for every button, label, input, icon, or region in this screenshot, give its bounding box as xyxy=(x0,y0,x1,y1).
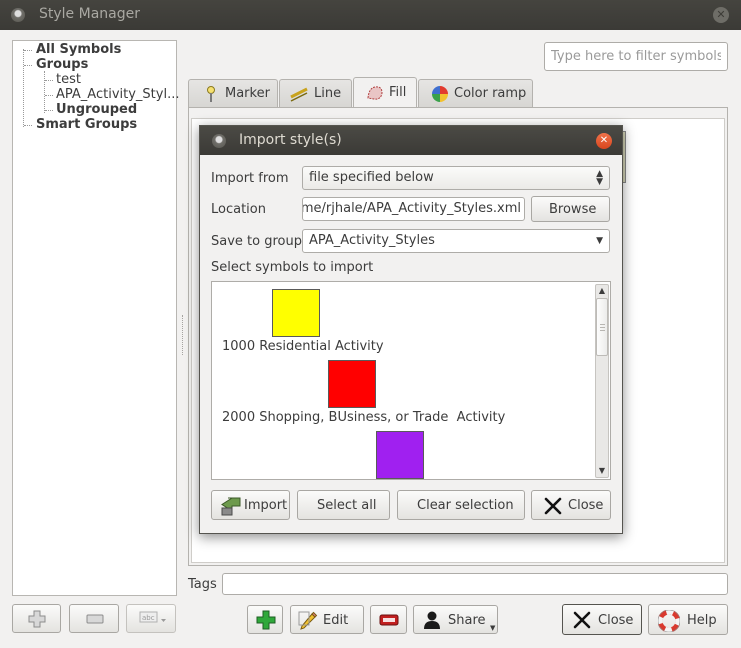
edit-label: Edit xyxy=(323,613,349,628)
import-from-select[interactable]: file specified below ▲ ▼ xyxy=(302,166,610,190)
close-label: Close xyxy=(598,613,634,628)
svg-text:abc: abc xyxy=(142,614,155,622)
tree-item-ungrouped[interactable]: Ungrouped xyxy=(56,102,137,117)
tags-label: Tags xyxy=(188,577,217,592)
tree-item-smart-groups[interactable]: Smart Groups xyxy=(36,117,137,132)
dialog-title: Import style(s) xyxy=(239,132,342,148)
symbol-label-residential[interactable]: 1000 Residential Activity xyxy=(222,339,384,354)
dialog-titlebar: Import style(s) ✕ xyxy=(200,126,622,155)
window-title: Style Manager xyxy=(39,6,140,22)
help-button[interactable]: Help xyxy=(648,604,728,635)
location-label: Location xyxy=(211,202,266,217)
pencil-icon xyxy=(298,611,318,630)
save-to-group-value: APA_Activity_Styles xyxy=(309,233,435,248)
tab-color-ramp[interactable]: Color ramp xyxy=(418,79,533,107)
save-to-group-label: Save to group xyxy=(211,234,302,249)
dialog-close-button[interactable]: Close xyxy=(531,490,611,520)
dialog-menu-icon[interactable] xyxy=(212,134,226,148)
select-all-label: Select all xyxy=(317,498,377,513)
app-menu-icon[interactable] xyxy=(11,8,25,22)
import-from-label: Import from xyxy=(211,171,289,186)
green-plus-icon xyxy=(256,610,276,630)
dropdown-arrow-icon: ▼ xyxy=(490,624,496,632)
import-arrow-icon xyxy=(221,497,241,516)
add-group-button[interactable] xyxy=(12,604,61,633)
edit-symbol-button[interactable]: Edit xyxy=(290,605,364,634)
add-symbol-button[interactable] xyxy=(247,605,283,634)
chevron-down-icon: ▼ xyxy=(596,236,603,246)
import-label: Import xyxy=(244,498,288,513)
tree-item-groups[interactable]: Groups xyxy=(36,57,88,72)
select-symbols-label: Select symbols to import xyxy=(211,260,374,275)
scroll-up-icon[interactable]: ▲ xyxy=(596,285,608,297)
location-value: home/rjhale/APA_Activity_Styles.xml xyxy=(302,201,521,216)
location-input[interactable]: home/rjhale/APA_Activity_Styles.xml xyxy=(302,197,525,221)
help-label: Help xyxy=(687,613,717,628)
dialog-close-icon[interactable]: ✕ xyxy=(596,133,612,149)
import-button[interactable]: Import xyxy=(211,490,290,520)
browse-button[interactable]: Browse xyxy=(531,196,610,222)
import-styles-dialog: Import style(s) ✕ Import from file speci… xyxy=(199,125,623,534)
line-icon xyxy=(290,87,308,102)
dialog-close-label: Close xyxy=(568,498,604,513)
filter-symbols-input[interactable] xyxy=(544,42,728,71)
close-button[interactable]: Close xyxy=(562,604,642,635)
lifebuoy-icon xyxy=(658,610,680,632)
tab-fill[interactable]: Fill xyxy=(353,77,417,108)
clear-selection-button[interactable]: Clear selection xyxy=(397,490,525,520)
save-to-group-select[interactable]: APA_Activity_Styles ▼ xyxy=(302,229,610,253)
tree-item-group-apa[interactable]: APA_Activity_Styl... xyxy=(56,87,179,102)
tab-fill-label: Fill xyxy=(389,85,407,100)
remove-symbol-button[interactable] xyxy=(370,605,407,634)
scroll-down-icon[interactable]: ▼ xyxy=(596,465,608,477)
edit-tags-button[interactable]: abc xyxy=(126,604,176,633)
scroll-thumb[interactable] xyxy=(596,298,608,356)
symbol-label-shopping[interactable]: 2000 Shopping, BUsiness, or Trade Activi… xyxy=(222,410,505,425)
color-ramp-icon xyxy=(432,86,448,102)
tab-line-label: Line xyxy=(314,86,342,101)
clear-selection-label: Clear selection xyxy=(417,498,514,513)
browse-label: Browse xyxy=(549,202,597,217)
splitter-handle[interactable] xyxy=(182,315,185,355)
user-share-icon xyxy=(424,611,440,629)
group-tree[interactable]: All Symbols Groups test APA_Activity_Sty… xyxy=(12,40,179,596)
symbols-import-list[interactable]: 1000 Residential Activity 2000 Shopping,… xyxy=(211,281,611,480)
import-from-value: file specified below xyxy=(309,170,434,185)
symbol-swatch-third[interactable] xyxy=(376,431,424,479)
window-close-icon[interactable]: ✕ xyxy=(713,7,729,23)
minus-icon xyxy=(86,614,104,624)
tree-item-all-symbols[interactable]: All Symbols xyxy=(36,42,121,57)
share-label: Share xyxy=(448,613,486,628)
tag-edit-icon: abc xyxy=(139,611,166,623)
tags-input[interactable] xyxy=(222,573,728,595)
share-menu-button[interactable]: Share ▼ xyxy=(413,605,498,634)
tab-line[interactable]: Line xyxy=(279,79,352,107)
fill-icon xyxy=(367,86,383,100)
close-x-icon xyxy=(544,497,562,515)
remove-group-button[interactable] xyxy=(69,604,119,633)
plus-icon xyxy=(28,610,46,628)
symbol-swatch-residential[interactable] xyxy=(272,289,320,337)
select-all-button[interactable]: Select all xyxy=(297,490,390,520)
close-x-icon xyxy=(573,611,591,629)
tree-item-group-test[interactable]: test xyxy=(56,72,81,87)
marker-icon xyxy=(207,86,215,102)
window-titlebar: Style Manager ✕ xyxy=(0,0,741,30)
symbol-swatch-shopping[interactable] xyxy=(328,360,376,408)
symbols-scrollbar[interactable]: ▲ ▼ xyxy=(595,284,609,478)
tab-color-ramp-label: Color ramp xyxy=(454,86,527,101)
updown-arrow-icon: ▲ ▼ xyxy=(596,169,603,187)
tab-marker[interactable]: Marker xyxy=(188,79,278,107)
tab-marker-label: Marker xyxy=(225,86,270,101)
red-minus-icon xyxy=(379,614,399,626)
